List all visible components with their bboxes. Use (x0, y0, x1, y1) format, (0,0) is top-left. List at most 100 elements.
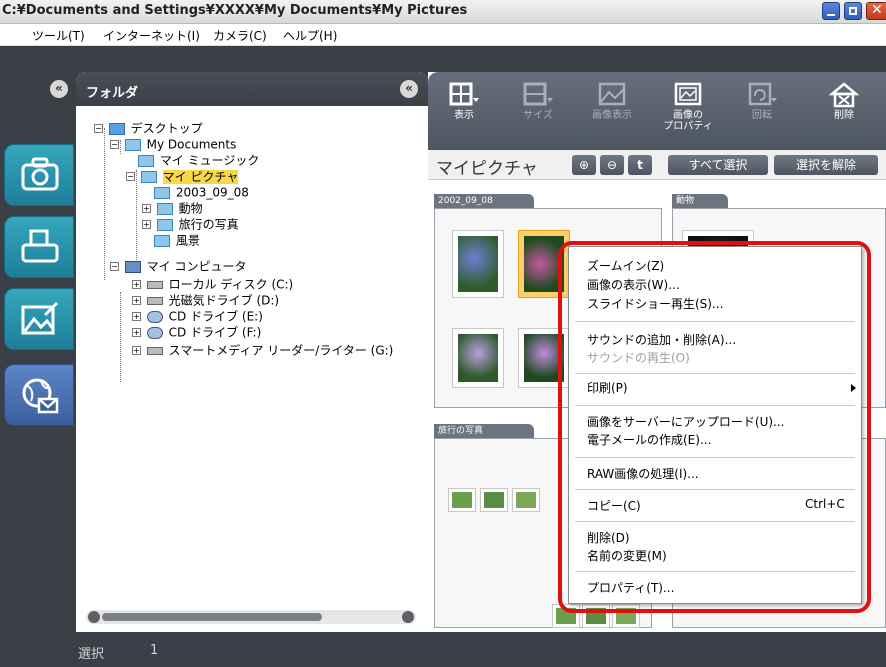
tree-node-my-computer[interactable]: − マイ コンピュータ (110, 258, 246, 274)
photo (452, 492, 472, 508)
tree-expander[interactable]: + (132, 328, 141, 337)
tree-node-travel-photos[interactable]: + 旅行の写真 (142, 216, 239, 232)
copy-shortcut: Ctrl+C (805, 497, 845, 511)
menu-print[interactable]: 印刷(P) (587, 379, 628, 396)
photo (616, 608, 636, 624)
image-mode-button[interactable] (4, 288, 74, 350)
tree-node-drive-c[interactable]: + ローカル ディスク (C:) (132, 276, 293, 292)
menu-rename[interactable]: 名前の変更(M) (587, 547, 667, 564)
menu-view-image[interactable]: 画像の表示(W)... (587, 276, 680, 293)
scroll-thumb[interactable] (102, 613, 322, 621)
tree-node-drive-d[interactable]: + 光磁気ドライブ (D:) (132, 292, 279, 308)
tool-image-view-button[interactable]: 画像表示 (584, 82, 640, 138)
zoom-out-button[interactable]: ⊖ (600, 155, 624, 175)
tree-label: My Documents (146, 137, 237, 152)
photo (524, 236, 564, 292)
menu-zoom-in[interactable]: ズームイン(Z) (587, 257, 664, 274)
tool-image-properties-button[interactable]: 画像の プロパティ (660, 82, 716, 138)
menu-internet[interactable]: インターネット(I) (103, 27, 200, 44)
tree-expander[interactable]: − (94, 124, 103, 133)
tool-rotate-button[interactable]: 回転 (734, 82, 790, 138)
menu-delete[interactable]: 削除(D) (587, 529, 630, 546)
menu-separator (575, 321, 855, 322)
computer-icon (124, 260, 141, 273)
photo (516, 492, 536, 508)
menu-separator (575, 405, 855, 406)
tree-expander[interactable]: − (126, 172, 135, 181)
tree-expander[interactable]: + (132, 280, 141, 289)
zoom-in-button[interactable]: ⊕ (572, 155, 596, 175)
tree-expander[interactable]: − (110, 140, 119, 149)
title-bar: C:¥Documents and Settings¥XXXX¥My Docume… (0, 0, 886, 24)
menu-play-sound[interactable]: サウンドの再生(O) (587, 349, 690, 366)
thumbnail[interactable] (480, 488, 508, 512)
tool-view-button[interactable]: 表示 (436, 82, 492, 138)
zoom-in-icon: ⊕ (578, 158, 590, 172)
menu-copy[interactable]: コピー(C) (587, 497, 641, 514)
thumbnail[interactable] (448, 488, 476, 512)
photo (556, 608, 576, 624)
tool-label: 画像表示 (592, 110, 632, 121)
thumbnail-selected[interactable] (518, 230, 570, 298)
scroll-right-icon[interactable] (402, 611, 414, 623)
tree-node-drive-f[interactable]: + CD ドライブ (F:) (132, 324, 261, 340)
thumbnail[interactable] (452, 328, 504, 388)
thumbnail[interactable] (552, 604, 580, 628)
folder-tree: − デスクトップ − My Documents マイ ミュージック − マイ ピ… (76, 106, 428, 606)
menu-process-raw[interactable]: RAW画像の処理(I)... (587, 465, 699, 482)
photo (458, 334, 498, 382)
status-bar: 選択 1 (0, 632, 886, 667)
tree-expander[interactable]: + (132, 312, 141, 321)
tree-node-desktop[interactable]: − デスクトップ (94, 120, 203, 136)
menu-properties[interactable]: プロパティ(T)... (587, 579, 674, 596)
tree-node-my-documents[interactable]: − My Documents (110, 136, 236, 152)
folder-icon (138, 154, 154, 167)
folder-horizontal-scrollbar[interactable] (86, 610, 416, 624)
tree-node-drive-e[interactable]: + CD ドライブ (E:) (132, 308, 263, 324)
menu-add-remove-sound[interactable]: サウンドの追加・削除(A)... (587, 331, 736, 348)
tree-node-animals[interactable]: + 動物 (142, 200, 203, 216)
tree-expander[interactable]: + (142, 204, 151, 213)
thumbnail[interactable] (452, 230, 504, 298)
print-mode-button[interactable] (4, 216, 74, 278)
menu-help[interactable]: ヘルプ(H) (283, 27, 337, 44)
menu-tools[interactable]: ツール(T) (32, 27, 85, 44)
tree-node-my-music[interactable]: マイ ミュージック (138, 152, 259, 168)
thumbnail[interactable] (512, 488, 540, 512)
rail-collapse-icon[interactable]: « (50, 80, 68, 98)
tree-label: スマートメディア リーダー/ライター (G:) (168, 343, 394, 358)
tool-size-button[interactable]: サイズ (510, 82, 566, 138)
tree-expander[interactable]: + (132, 296, 141, 305)
maximize-button[interactable] (844, 2, 862, 20)
tree-label: 風景 (175, 233, 200, 248)
select-all-button[interactable]: すべて選択 (668, 155, 768, 175)
menu-create-email[interactable]: 電子メールの作成(E)... (587, 431, 711, 448)
tree-expander[interactable]: + (132, 346, 141, 355)
tree-expander[interactable]: − (110, 262, 119, 271)
deselect-button[interactable]: 選択を解除 (774, 155, 878, 175)
menu-slideshow[interactable]: スライドショー再生(S)... (587, 295, 723, 312)
internet-mode-button[interactable] (4, 364, 74, 426)
tree-label: CD ドライブ (E:) (168, 309, 263, 324)
tree-node-drive-g[interactable]: + スマートメディア リーダー/ライター (G:) (132, 342, 393, 358)
menu-camera[interactable]: カメラ(C) (213, 27, 267, 44)
tree-expander[interactable]: + (142, 220, 151, 229)
camera-mode-button[interactable] (4, 144, 74, 206)
folder-collapse-icon[interactable]: « (400, 80, 418, 98)
scroll-left-icon[interactable] (88, 611, 100, 623)
tree-node-my-pictures[interactable]: − マイ ピクチャ (126, 168, 239, 184)
folder-icon (154, 234, 170, 247)
tree-node-landscape[interactable]: 風景 (154, 232, 200, 248)
up-button[interactable]: t (628, 155, 652, 175)
tree-node-2003-09-08[interactable]: 2003_09_08 (154, 184, 249, 200)
folder-panel: フォルダ « − デスクトップ − My Documents マイ ミュージック… (76, 72, 428, 632)
thumbnail[interactable] (518, 328, 570, 388)
thumbnail[interactable] (612, 604, 640, 628)
menu-upload-to-server[interactable]: 画像をサーバーにアップロード(U)... (587, 413, 784, 430)
tool-delete-button[interactable]: 削除 (816, 82, 872, 138)
thumbnail[interactable] (582, 604, 610, 628)
close-button[interactable] (866, 2, 886, 20)
folder-panel-header: フォルダ « (76, 72, 428, 106)
minimize-button[interactable] (822, 2, 840, 20)
up-arrow-icon: t (637, 158, 643, 172)
